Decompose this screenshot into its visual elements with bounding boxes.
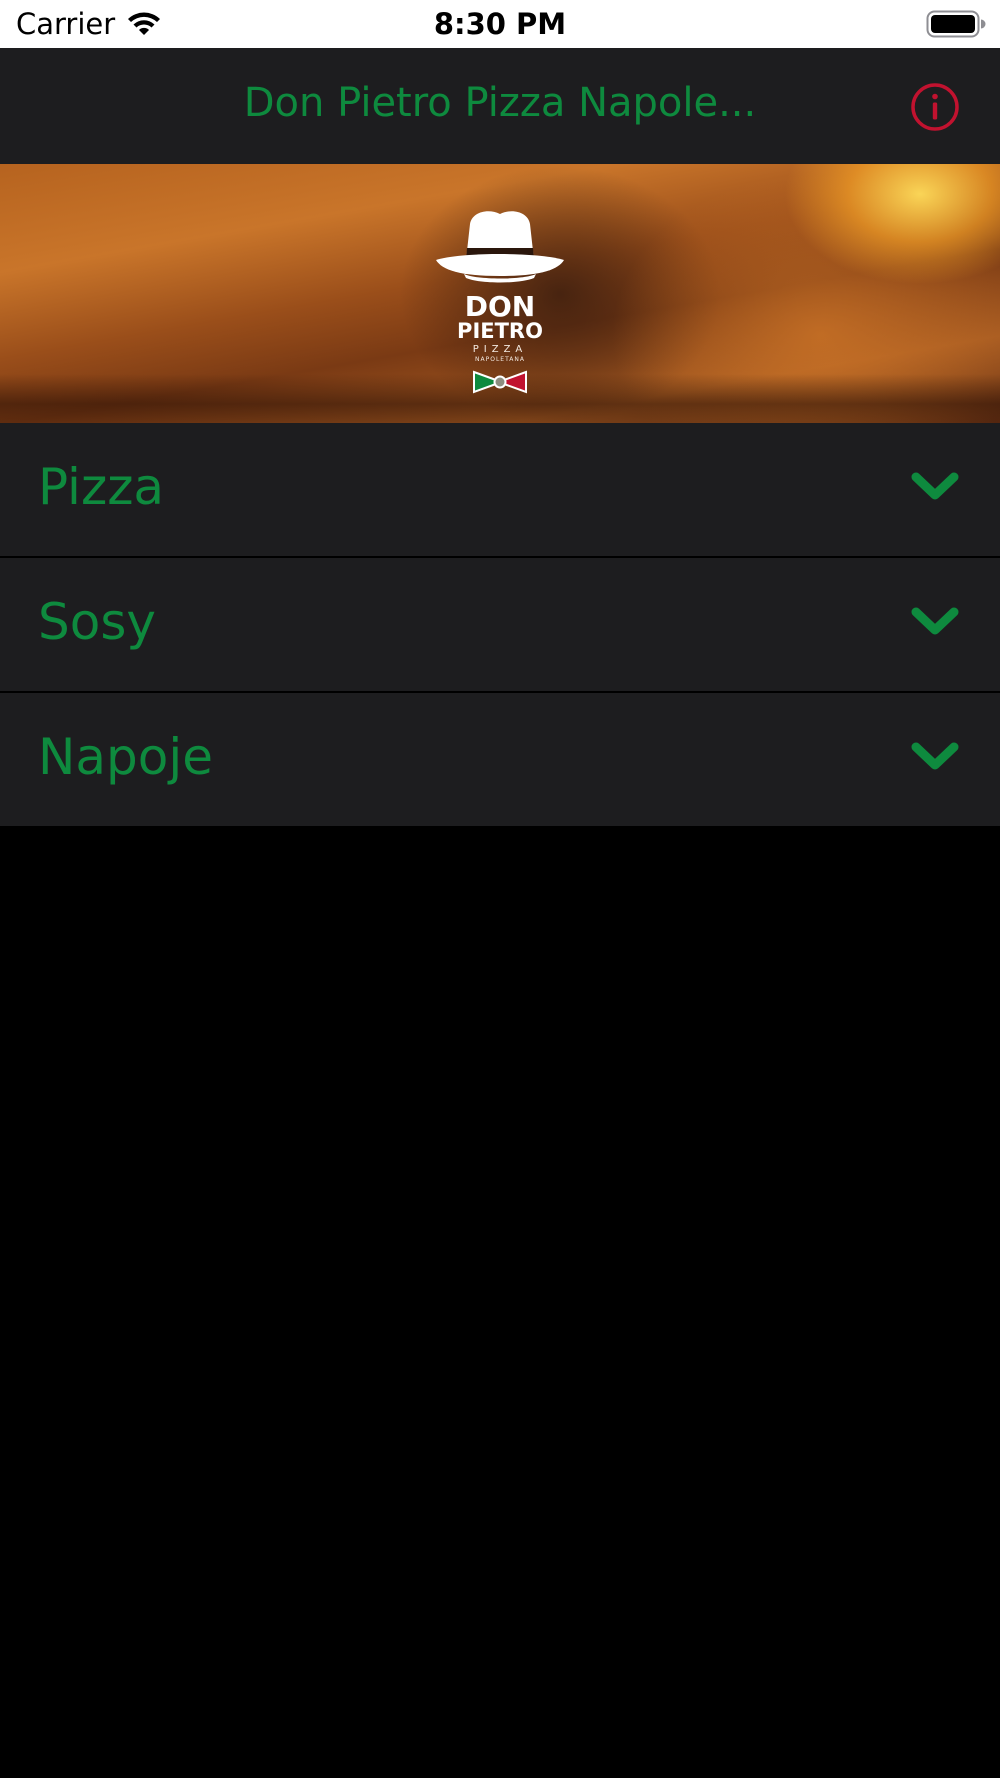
status-bar: Carrier 8:30 PM bbox=[0, 0, 1000, 48]
logo-text-pizza: PIZZA bbox=[472, 344, 528, 355]
menu-item-napoje[interactable]: Napoje bbox=[0, 693, 1000, 826]
bow-tie-icon bbox=[473, 370, 527, 394]
navigation-bar: Don Pietro Pizza Napole... bbox=[0, 48, 1000, 164]
page-title: Don Pietro Pizza Napole... bbox=[243, 80, 757, 126]
chevron-down-icon bbox=[911, 742, 959, 770]
logo-text-don: DON bbox=[464, 290, 536, 323]
header-banner: DON PIETRO PIZZA NAPOLETANA bbox=[0, 164, 1000, 423]
logo-text-napoletana: NAPOLETANA bbox=[475, 356, 525, 363]
menu-item-label: Sosy bbox=[38, 593, 156, 651]
menu-item-pizza[interactable]: Pizza bbox=[0, 423, 1000, 558]
battery-icon bbox=[926, 10, 986, 38]
fedora-hat-icon bbox=[436, 211, 564, 283]
menu-item-label: Napoje bbox=[38, 728, 214, 786]
chevron-down-icon bbox=[911, 607, 959, 635]
chevron-down-icon bbox=[911, 472, 959, 500]
info-circle-icon[interactable] bbox=[910, 82, 960, 132]
menu-category-list: Pizza Sosy Napoje bbox=[0, 423, 1000, 826]
status-time: 8:30 PM bbox=[433, 7, 567, 41]
logo-text-pietro: PIETRO bbox=[457, 319, 543, 343]
don-pietro-logo: DON PIETRO PIZZA NAPOLETANA bbox=[430, 204, 570, 404]
menu-item-sosy[interactable]: Sosy bbox=[0, 558, 1000, 693]
menu-item-label: Pizza bbox=[38, 458, 165, 516]
